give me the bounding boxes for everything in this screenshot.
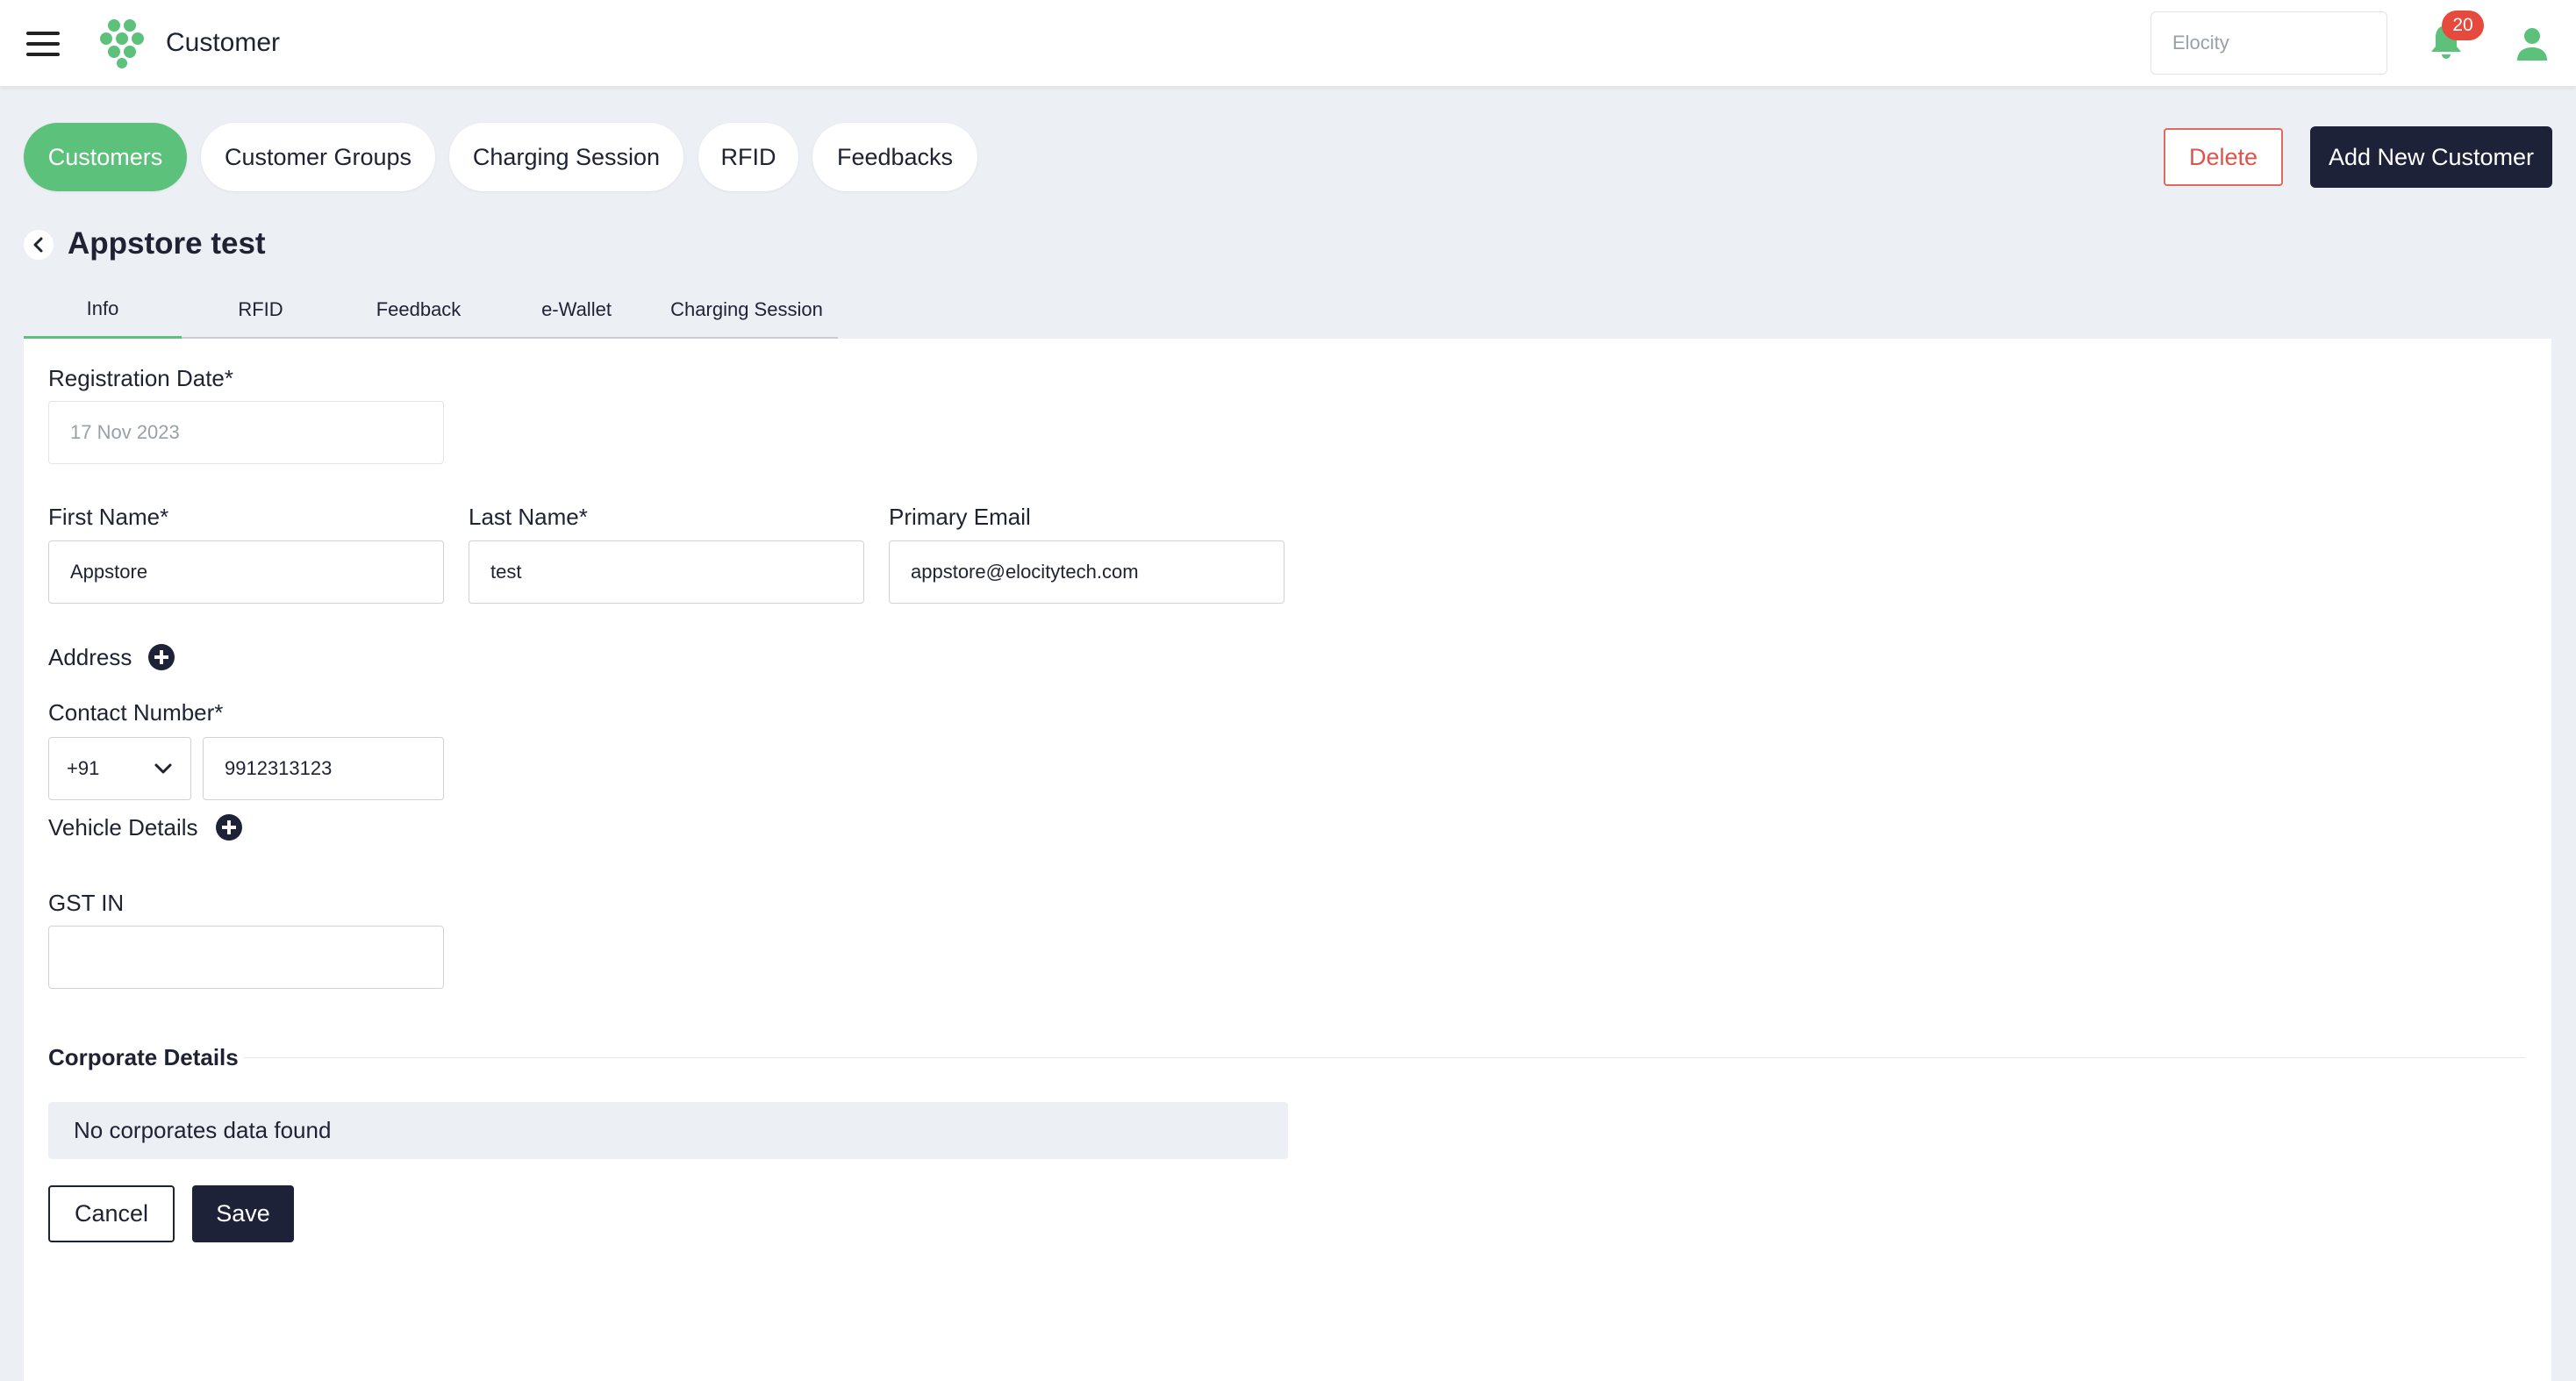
customer-form-card (24, 339, 2551, 1381)
nav-pill-feedbacks[interactable]: Feedbacks (812, 123, 977, 191)
user-icon[interactable] (2515, 27, 2550, 61)
last-name-field[interactable]: test (469, 540, 864, 604)
primary-email-field[interactable]: appstore@elocitytech.com (889, 540, 1284, 604)
last-name-label: Last Name* (469, 504, 588, 530)
chevron-left-icon (33, 237, 43, 253)
nav-pill-charging-session[interactable]: Charging Session (449, 123, 683, 191)
country-code-select[interactable]: +91 (48, 737, 191, 800)
address-label: Address (48, 644, 132, 670)
nav-pill-customers[interactable]: Customers (24, 123, 187, 191)
first-name-label: First Name* (48, 504, 169, 530)
tab-feedback[interactable]: Feedback (340, 281, 497, 339)
tab-rfid[interactable]: RFID (182, 281, 340, 339)
gst-in-label: GST IN (48, 890, 125, 916)
country-code-value: +91 (67, 757, 100, 779)
tab-info[interactable]: Info (24, 281, 182, 340)
hamburger-menu-icon[interactable] (26, 32, 60, 56)
chevron-down-icon (154, 763, 172, 774)
vehicle-details-label: Vehicle Details (48, 814, 198, 841)
tab-e-wallet[interactable]: e-Wallet (497, 281, 655, 339)
page-title: Appstore test (68, 226, 266, 261)
add-address-icon[interactable] (148, 644, 175, 670)
organization-select[interactable]: Elocity (2150, 11, 2387, 75)
add-vehicle-icon[interactable] (216, 814, 242, 841)
app-title: Customer (166, 28, 281, 57)
notification-badge: 20 (2442, 11, 2484, 40)
corporates-empty-state: No corporates data found (48, 1102, 1288, 1159)
top-bar: Customer Elocity 20 (0, 0, 2576, 87)
registration-date-label: Registration Date* (48, 365, 233, 391)
registration-date-field: 17 Nov 2023 (48, 401, 444, 464)
primary-email-label: Primary Email (889, 504, 1031, 530)
gst-in-field[interactable] (48, 926, 444, 989)
contact-number-label: Contact Number* (48, 699, 224, 726)
detail-tabs: Info RFID Feedback e-Wallet Charging Ses… (24, 281, 838, 340)
cancel-button[interactable]: Cancel (48, 1185, 175, 1242)
save-button[interactable]: Save (192, 1185, 294, 1242)
nav-pill-rfid[interactable]: RFID (698, 123, 798, 191)
first-name-field[interactable]: Appstore (48, 540, 444, 604)
app-logo (100, 19, 144, 68)
back-button[interactable] (24, 230, 54, 260)
delete-button[interactable]: Delete (2164, 128, 2283, 186)
contact-number-field[interactable]: 9912313123 (203, 737, 444, 800)
add-new-customer-button[interactable]: Add New Customer (2310, 126, 2552, 188)
tab-charging-session[interactable]: Charging Session (655, 281, 838, 339)
corporate-details-title: Corporate Details (48, 1044, 239, 1070)
section-divider (244, 1057, 2525, 1058)
nav-pill-customer-groups[interactable]: Customer Groups (201, 123, 435, 191)
